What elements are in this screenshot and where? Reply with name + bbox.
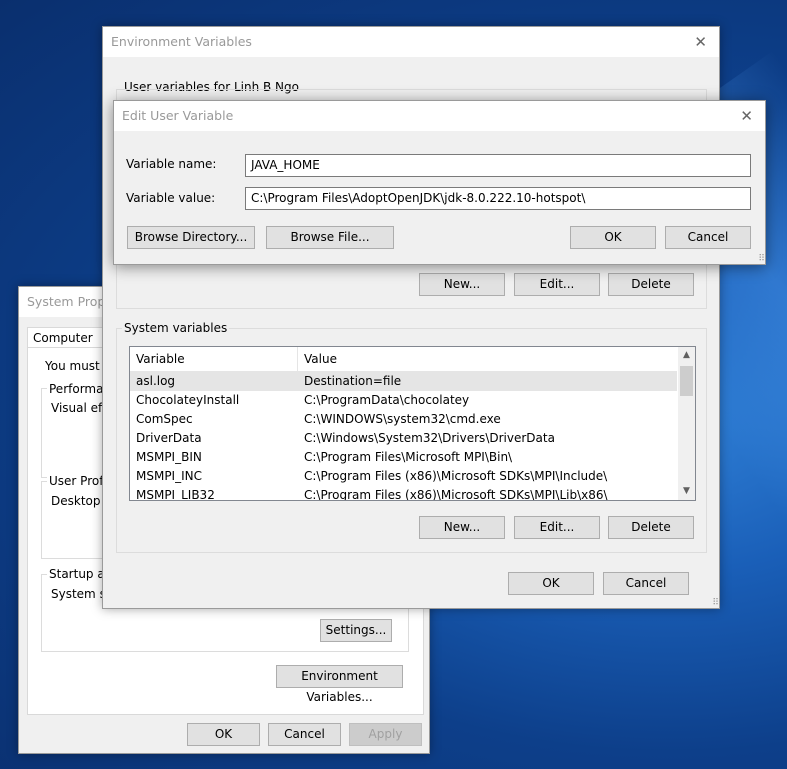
table-row[interactable]: ComSpec C:\WINDOWS\system32\cmd.exe: [130, 410, 677, 429]
variable-name: MSMPI_LIB32: [136, 488, 215, 501]
settings-button[interactable]: Settings...: [320, 619, 392, 642]
variable-value: C:\Program Files (x86)\Microsoft SDKs\MP…: [304, 488, 608, 501]
ok-button[interactable]: OK: [508, 572, 594, 595]
table-row[interactable]: MSMPI_BIN C:\Program Files\Microsoft MPI…: [130, 448, 677, 467]
table-row[interactable]: MSMPI_INC C:\Program Files (x86)\Microso…: [130, 467, 677, 486]
ok-button[interactable]: OK: [187, 723, 260, 746]
close-icon[interactable]: ✕: [740, 101, 753, 131]
environment-variables-title: Environment Variables ✕: [103, 27, 719, 57]
table-row[interactable]: ChocolateyInstall C:\ProgramData\chocola…: [130, 391, 677, 410]
scrollbar-thumb[interactable]: [680, 366, 693, 396]
resize-grip-icon[interactable]: ⠿: [758, 255, 765, 264]
close-icon[interactable]: ✕: [694, 27, 707, 57]
ok-button[interactable]: OK: [570, 226, 656, 249]
column-header-value[interactable]: Value: [298, 347, 678, 371]
variable-value: C:\WINDOWS\system32\cmd.exe: [304, 412, 501, 426]
cancel-button[interactable]: Cancel: [665, 226, 751, 249]
table-row[interactable]: MSMPI_LIB32 C:\Program Files (x86)\Micro…: [130, 486, 677, 501]
environment-variables-title-text: Environment Variables: [111, 34, 252, 49]
apply-button: Apply: [349, 723, 422, 746]
variable-value: C:\Program Files\Microsoft MPI\Bin\: [304, 450, 513, 464]
system-variables-table[interactable]: Variable Value asl.log Destination=file …: [129, 346, 696, 501]
variable-name-label: Variable name:: [126, 157, 217, 171]
table-scrollbar[interactable]: ▲ ▼: [678, 347, 695, 500]
system-edit-button[interactable]: Edit...: [514, 516, 600, 539]
variable-value: Destination=file: [304, 374, 402, 388]
system-variables-section-label: System variables: [122, 321, 230, 335]
variable-name: MSMPI_BIN: [136, 450, 202, 464]
variable-value-label: Variable value:: [126, 191, 216, 205]
table-header: Variable Value: [130, 347, 677, 372]
variable-name: asl.log: [136, 374, 176, 388]
variable-value: C:\ProgramData\chocolatey: [304, 393, 470, 407]
browse-file-button[interactable]: Browse File...: [266, 226, 394, 249]
variable-name-field[interactable]: JAVA_HOME: [245, 154, 751, 177]
environment-variables-button[interactable]: Environment Variables...: [276, 665, 403, 704]
edit-user-variable-dialog: Edit User Variable ✕ Variable name: JAVA…: [113, 100, 766, 265]
user-new-button[interactable]: New...: [419, 273, 505, 296]
user-edit-button[interactable]: Edit...: [514, 273, 600, 296]
resize-grip-icon[interactable]: ⠿: [712, 599, 719, 608]
variable-name: ComSpec: [136, 412, 193, 426]
variable-value-field[interactable]: C:\Program Files\AdoptOpenJDK\jdk-8.0.22…: [245, 187, 751, 210]
table-row[interactable]: asl.log Destination=file: [130, 372, 677, 391]
tab-computer-name[interactable]: Computer Nam: [27, 327, 114, 365]
variable-value: C:\Program Files (x86)\Microsoft SDKs\MP…: [304, 469, 608, 483]
system-new-button[interactable]: New...: [419, 516, 505, 539]
table-row[interactable]: DriverData C:\Windows\System32\Drivers\D…: [130, 429, 677, 448]
variable-name: DriverData: [136, 431, 202, 445]
edit-user-variable-title: Edit User Variable ✕: [114, 101, 765, 131]
column-header-variable[interactable]: Variable: [130, 347, 298, 371]
user-delete-button[interactable]: Delete: [608, 273, 694, 296]
cancel-button[interactable]: Cancel: [603, 572, 689, 595]
cancel-button[interactable]: Cancel: [268, 723, 341, 746]
edit-user-variable-title-text: Edit User Variable: [122, 108, 234, 123]
variable-name: MSMPI_INC: [136, 469, 202, 483]
system-delete-button[interactable]: Delete: [608, 516, 694, 539]
chevron-up-icon[interactable]: ▲: [678, 347, 695, 364]
chevron-down-icon[interactable]: ▼: [678, 483, 695, 500]
browse-directory-button[interactable]: Browse Directory...: [127, 226, 255, 249]
variable-name: ChocolateyInstall: [136, 393, 240, 407]
variable-value: C:\Windows\System32\Drivers\DriverData: [304, 431, 555, 445]
